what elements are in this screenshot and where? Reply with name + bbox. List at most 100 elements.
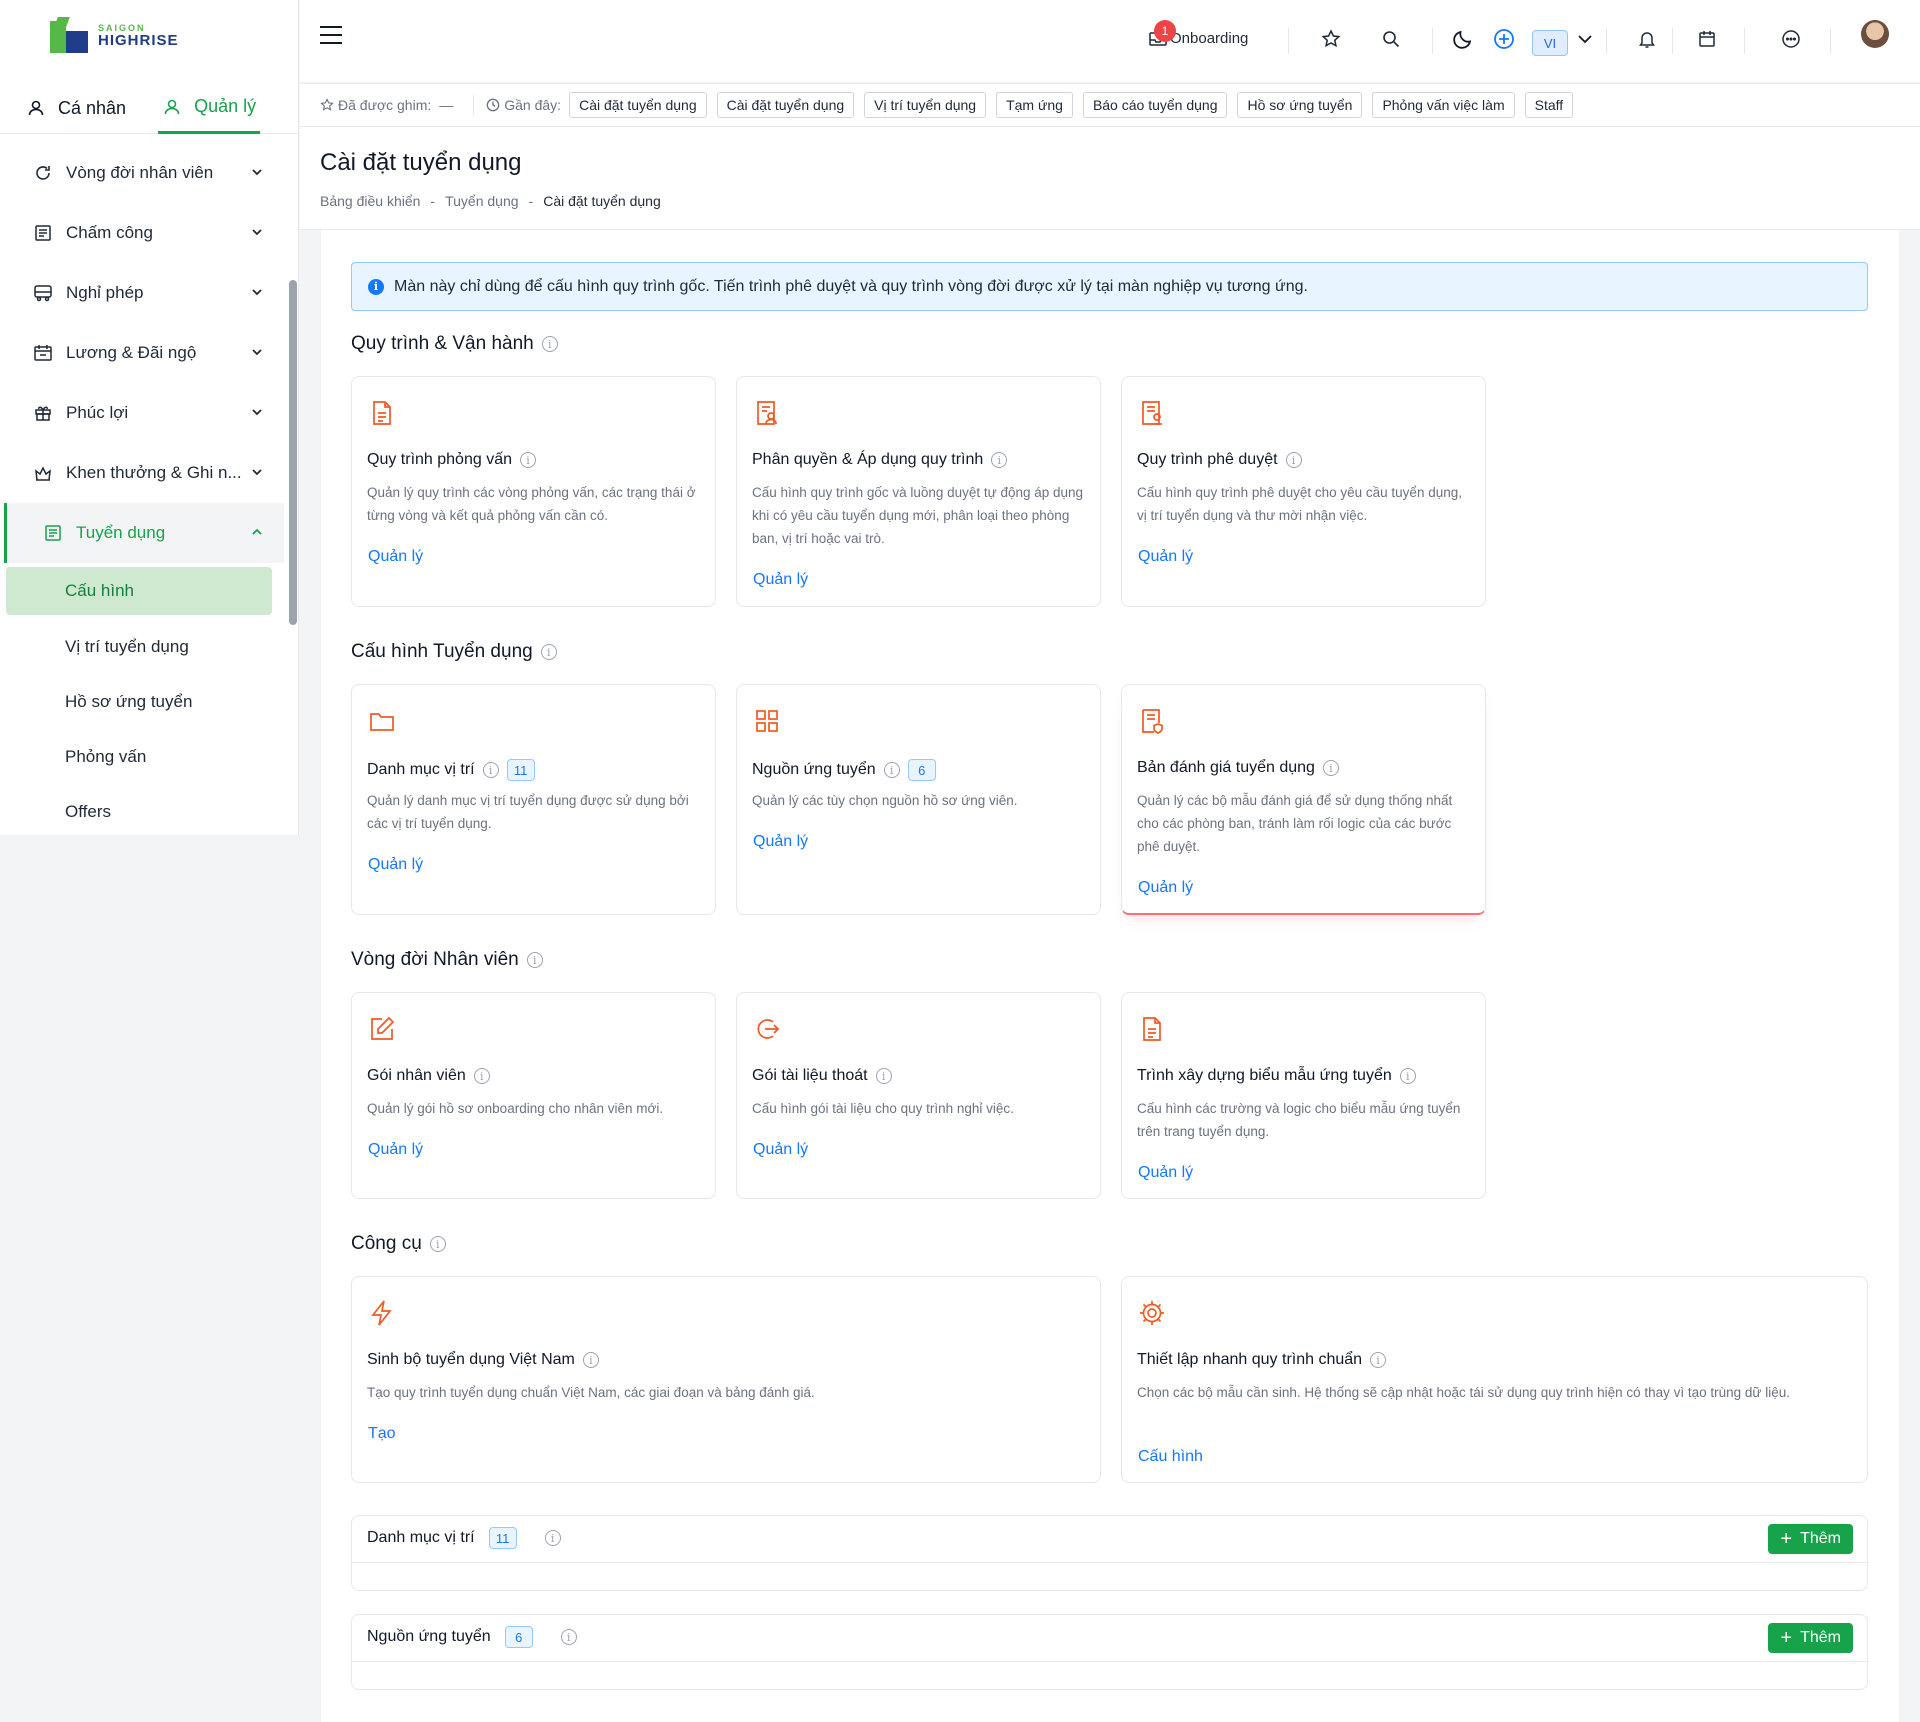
- add-application-source-button[interactable]: + Thêm: [1768, 1623, 1853, 1653]
- section-title: Cấu hình Tuyển dụng i: [351, 641, 557, 663]
- recent-chip[interactable]: Báo cáo tuyển dụng: [1082, 92, 1228, 118]
- sidebar-item-label: Vòng đời nhân viên: [66, 163, 214, 182]
- info-icon[interactable]: i: [582, 1352, 599, 1368]
- chevron-down-icon: [252, 229, 262, 236]
- card-title: Quy trình phê duyệt i: [1137, 451, 1302, 469]
- breadcrumb-link[interactable]: Bảng điều khiển: [320, 193, 420, 209]
- sidebar-item-label: Khen thưởng & Ghi n...: [66, 463, 242, 482]
- card-recruitment-evaluation: Bản đánh giá tuyển dụng i Quản lý các bộ …: [1121, 684, 1486, 915]
- info-icon[interactable]: i: [540, 644, 557, 660]
- count-badge: 6: [504, 1626, 533, 1648]
- card-permission-apply: Phân quyền & Áp dụng quy trình i Cấu hình…: [736, 376, 1101, 607]
- language-select[interactable]: VI: [1532, 30, 1568, 56]
- dark-mode-icon[interactable]: [1452, 28, 1474, 50]
- submenu-item-applications[interactable]: Hồ sơ ứng tuyển: [0, 674, 284, 729]
- info-icon[interactable]: i: [526, 952, 543, 968]
- breadcrumb-separator: -: [430, 193, 436, 209]
- recent-chip[interactable]: Tạm ứng: [996, 92, 1073, 118]
- info-icon[interactable]: i: [1399, 1068, 1416, 1084]
- card-position-catalog: Danh mục vị trí i 11 Quản lý danh mục vị t…: [351, 684, 716, 915]
- plus-icon: +: [1780, 1528, 1793, 1550]
- info-icon[interactable]: i: [544, 1530, 561, 1546]
- info-icon[interactable]: i: [482, 762, 499, 778]
- add-position-category-button[interactable]: + Thêm: [1768, 1524, 1853, 1554]
- info-icon[interactable]: i: [1322, 760, 1339, 776]
- section-title: Vòng đời Nhân viên i: [351, 949, 543, 971]
- card-description: Chọn các bộ mẫu cần sinh. Hệ thống sẽ cậ…: [1137, 1385, 1790, 1400]
- card-vn-recruitment-generator: Sinh bộ tuyển dụng Việt Nam i Tạo quy trì…: [351, 1276, 1101, 1483]
- info-icon[interactable]: i: [883, 762, 900, 778]
- card-description: Cấu hình quy trình phê duyệt cho yêu cầu…: [1137, 485, 1462, 523]
- star-icon[interactable]: [1320, 28, 1342, 50]
- sidebar-item-rewards[interactable]: Khen thưởng & Ghi n...: [0, 443, 284, 503]
- manage-link[interactable]: Quản lý: [753, 571, 808, 589]
- divider: [352, 1661, 1867, 1662]
- submenu-item-interviews[interactable]: Phỏng vấn: [0, 729, 284, 784]
- sidebar-item-payroll[interactable]: Lương & Đãi ngộ: [0, 323, 284, 383]
- breadcrumb-link[interactable]: Tuyển dụng: [445, 193, 518, 209]
- recent-chip[interactable]: Vị trí tuyển dụng: [864, 92, 987, 118]
- onboarding-button[interactable]: 1 Onboarding: [1148, 20, 1248, 48]
- company-logo[interactable]: SAIGON HIGHRISE: [48, 16, 218, 56]
- info-icon[interactable]: i: [429, 1236, 446, 1252]
- info-icon[interactable]: i: [519, 452, 536, 468]
- info-icon[interactable]: i: [560, 1629, 577, 1645]
- manage-link[interactable]: Quản lý: [753, 833, 808, 851]
- sidebar-item-recruitment[interactable]: Tuyển dụng: [4, 503, 284, 563]
- grid-icon: [756, 710, 778, 732]
- sidebar-item-leave[interactable]: Nghỉ phép: [0, 263, 284, 323]
- sidebar-item-benefits[interactable]: Phúc lợi: [0, 383, 284, 443]
- chevron-down-icon: [252, 289, 262, 296]
- sidebar-tabs: Cá nhân Quản lý: [0, 82, 299, 134]
- recent-chip[interactable]: Staff: [1524, 92, 1574, 118]
- award-icon: [32, 462, 54, 484]
- info-icon[interactable]: i: [1370, 1352, 1387, 1368]
- add-circle-icon[interactable]: [1493, 28, 1515, 50]
- card-title: Phân quyền & Áp dụng quy trình i: [752, 451, 1008, 469]
- manage-link[interactable]: Quản lý: [1138, 1164, 1193, 1182]
- manage-link[interactable]: Quản lý: [368, 1141, 423, 1159]
- recent-chip[interactable]: Phỏng vấn việc làm: [1372, 92, 1515, 118]
- recent-chip[interactable]: Hồ sơ ứng tuyển: [1237, 92, 1363, 118]
- onboarding-count-badge: 1: [1154, 20, 1176, 42]
- tab-management[interactable]: Quản lý: [158, 82, 261, 134]
- chevron-down-icon: [252, 469, 262, 476]
- submenu-item-config[interactable]: Cấu hình: [6, 567, 272, 615]
- chevron-down-icon[interactable]: [1574, 28, 1596, 50]
- configure-link[interactable]: Cấu hình: [1138, 1448, 1203, 1466]
- info-icon[interactable]: i: [1285, 452, 1302, 468]
- search-icon[interactable]: [1380, 28, 1402, 50]
- menu-toggle-icon[interactable]: [320, 26, 342, 46]
- chat-icon[interactable]: [1780, 28, 1802, 50]
- card-application-sources: Nguồn ứng tuyển i 6 Quản lý các tùy chọn n…: [736, 684, 1101, 915]
- divider: [1672, 28, 1673, 54]
- manage-link[interactable]: Quản lý: [1138, 879, 1193, 897]
- breadcrumb: Bảng điều khiển - Tuyển dụng - Cài đặt t…: [320, 193, 661, 209]
- submenu-item-positions[interactable]: Vị trí tuyển dụng: [0, 619, 284, 674]
- user-icon: [164, 99, 180, 114]
- create-link[interactable]: Tạo: [368, 1425, 396, 1443]
- sidebar-item-label: Nghỉ phép: [66, 283, 144, 302]
- tab-personal[interactable]: Cá nhân: [0, 82, 152, 134]
- recent-chip[interactable]: Cài đặt tuyển dụng: [716, 92, 855, 118]
- avatar[interactable]: [1861, 20, 1889, 48]
- panel-title: Nguồn ứng tuyển: [367, 1628, 491, 1645]
- bell-icon[interactable]: [1636, 28, 1658, 50]
- info-icon[interactable]: i: [991, 452, 1008, 468]
- info-icon[interactable]: i: [473, 1068, 490, 1084]
- sidebar-item-attendance[interactable]: Chấm công: [0, 203, 284, 263]
- submenu-item-offers[interactable]: Offers: [0, 784, 284, 839]
- calendar-icon[interactable]: [1696, 28, 1718, 50]
- sidebar-scrollbar[interactable]: [289, 280, 297, 625]
- manage-link[interactable]: Quản lý: [368, 548, 423, 566]
- card-approval-process: Quy trình phê duyệt i Cấu hình quy trình …: [1121, 376, 1486, 607]
- sidebar-item-employee-lifecycle[interactable]: Vòng đời nhân viên: [0, 143, 284, 203]
- manage-link[interactable]: Quản lý: [753, 1141, 808, 1159]
- info-icon[interactable]: i: [875, 1068, 892, 1084]
- card-description: Quản lý các tùy chọn nguồn hồ sơ ứng viê…: [752, 793, 1018, 808]
- manage-link[interactable]: Quản lý: [1138, 548, 1193, 566]
- info-icon[interactable]: i: [541, 336, 558, 352]
- chevron-up-icon: [252, 528, 262, 535]
- manage-link[interactable]: Quản lý: [368, 856, 423, 874]
- recent-chip[interactable]: Cài đặt tuyển dụng: [569, 92, 707, 118]
